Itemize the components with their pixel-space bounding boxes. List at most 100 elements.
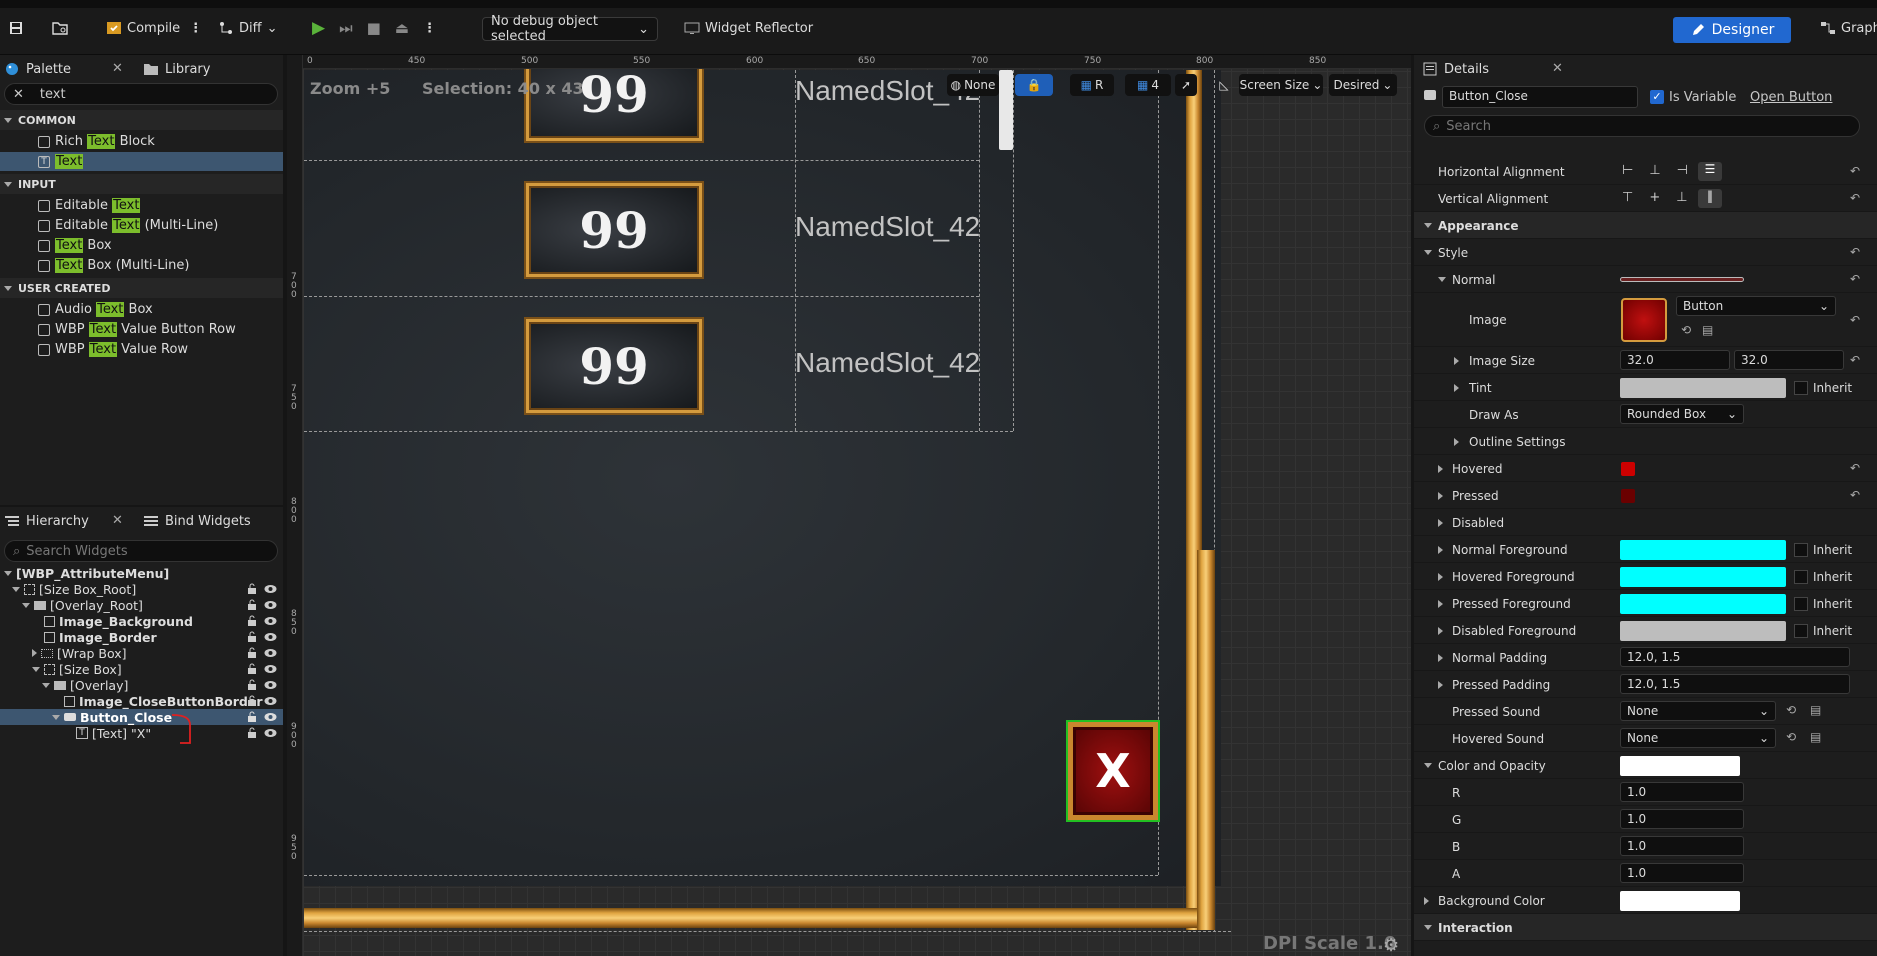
- eye-icon[interactable]: [264, 680, 277, 690]
- compile-options-icon[interactable]: ⋮: [189, 21, 202, 36]
- transform-mode-button[interactable]: ▦ R: [1070, 74, 1114, 96]
- lock-icon[interactable]: [247, 615, 257, 626]
- pressed-color-swatch[interactable]: [1621, 489, 1635, 503]
- background-color-swatch[interactable]: [1620, 891, 1740, 911]
- eye-icon[interactable]: [264, 696, 277, 706]
- palette-item-audio-text-box[interactable]: Audio Text Box: [38, 300, 153, 319]
- tab-details[interactable]: Details: [1422, 55, 1489, 83]
- reset-icon[interactable]: ↶: [1850, 461, 1863, 475]
- hierarchy-row[interactable]: [Size Box]: [0, 661, 283, 677]
- hierarchy-row[interactable]: [Overlay]: [0, 677, 283, 693]
- pressed-row[interactable]: Pressed ↶: [1414, 482, 1877, 509]
- tint-color-swatch[interactable]: [1620, 378, 1786, 398]
- grid-snap-button[interactable]: ▦ 4: [1125, 74, 1171, 96]
- tab-bind-widgets[interactable]: Bind Widgets: [143, 507, 251, 535]
- lock-icon[interactable]: [247, 583, 257, 594]
- cursor-mode-button[interactable]: ➚: [1175, 74, 1197, 96]
- reset-icon[interactable]: ↶: [1850, 313, 1863, 327]
- designer-mode-button[interactable]: Designer: [1673, 17, 1791, 43]
- image-asset-dropdown[interactable]: Button ⌄: [1676, 296, 1836, 316]
- browse-asset-icon[interactable]: ▤: [1810, 730, 1821, 744]
- palette-item-editable-text-multiline[interactable]: Editable Text (Multi-Line): [38, 216, 218, 235]
- eject-icon[interactable]: ⏏: [395, 19, 409, 37]
- lock-icon[interactable]: [247, 599, 257, 610]
- normal-padding-field[interactable]: 12.0, 1.5: [1620, 647, 1850, 667]
- image-size-x-field[interactable]: 32.0: [1620, 350, 1730, 370]
- a-field[interactable]: 1.0: [1620, 863, 1744, 883]
- stop-icon[interactable]: ■: [367, 19, 381, 37]
- diff-button[interactable]: Diff ⌄: [218, 15, 278, 41]
- compile-button[interactable]: Compile ⋮: [106, 15, 202, 41]
- debug-object-dropdown[interactable]: No debug object selected ⌄: [482, 14, 658, 44]
- hierarchy-row[interactable]: Image_Background: [0, 613, 283, 629]
- reset-icon[interactable]: ↶: [1850, 488, 1863, 502]
- inherit-checkbox[interactable]: [1794, 543, 1808, 557]
- inherit-checkbox[interactable]: [1794, 570, 1808, 584]
- step-icon[interactable]: ⏭: [339, 19, 353, 37]
- g-field[interactable]: 1.0: [1620, 809, 1744, 829]
- respect-locks-button[interactable]: 🔒: [1015, 74, 1053, 96]
- widget-reflector-button[interactable]: Widget Reflector: [684, 15, 813, 41]
- reset-icon[interactable]: ↶: [1850, 245, 1863, 259]
- reset-icon[interactable]: ↶: [1850, 164, 1863, 178]
- eye-icon[interactable]: [264, 584, 277, 594]
- open-button-link[interactable]: Open Button: [1750, 90, 1832, 105]
- category-common[interactable]: COMMON: [0, 110, 283, 130]
- hierarchy-row[interactable]: Image_Border: [0, 629, 283, 645]
- v-align-fill-button[interactable]: ‖: [1698, 189, 1722, 208]
- screen-size-dropdown[interactable]: Screen Size ⌄: [1239, 74, 1323, 96]
- browse-button[interactable]: [52, 15, 68, 41]
- is-variable-checkbox[interactable]: ✓: [1650, 90, 1664, 104]
- close-button[interactable]: X: [1066, 720, 1160, 822]
- r-field[interactable]: 1.0: [1620, 782, 1744, 802]
- lock-icon[interactable]: [247, 663, 257, 674]
- palette-item-editable-text[interactable]: Editable Text: [38, 196, 141, 215]
- h-align-buttons[interactable]: ⊢⊥⊣: [1622, 163, 1704, 178]
- interaction-section[interactable]: Interaction: [1414, 914, 1877, 941]
- background-color-row[interactable]: Background Color: [1414, 887, 1877, 914]
- localization-preview-button[interactable]: ◍ None: [947, 74, 999, 96]
- widget-name-field[interactable]: Button_Close: [1442, 86, 1638, 108]
- eye-icon[interactable]: [264, 616, 277, 626]
- reset-icon[interactable]: ↶: [1850, 191, 1863, 205]
- clear-search-icon[interactable]: ✕: [13, 87, 24, 102]
- close-icon[interactable]: ✕: [112, 513, 123, 528]
- eye-icon[interactable]: [264, 664, 277, 674]
- hierarchy-row[interactable]: [Wrap Box]: [0, 645, 283, 661]
- tab-palette[interactable]: Palette: [4, 55, 71, 83]
- use-selected-icon[interactable]: ⟲: [1786, 703, 1796, 717]
- scrollbar-thumb[interactable]: [999, 70, 1013, 150]
- lock-icon[interactable]: [247, 727, 257, 738]
- hovered-sound-dropdown[interactable]: None ⌄: [1620, 728, 1776, 748]
- hierarchy-row[interactable]: [Overlay_Root]: [0, 597, 283, 613]
- hovered-row[interactable]: Hovered ↶: [1414, 455, 1877, 482]
- reset-icon[interactable]: ↶: [1850, 353, 1863, 367]
- palette-item-text-box-multiline[interactable]: Text Box (Multi-Line): [38, 256, 189, 275]
- hierarchy-row[interactable]: [WBP_AttributeMenu]: [0, 565, 283, 581]
- use-selected-icon[interactable]: ⟲: [1681, 323, 1691, 337]
- hovered-color-swatch[interactable]: [1621, 462, 1635, 476]
- hierarchy-row[interactable]: Image_CloseButtonBorder: [0, 693, 283, 709]
- eye-icon[interactable]: [264, 600, 277, 610]
- hierarchy-row-selected[interactable]: Button_Close: [0, 709, 283, 725]
- outline-settings-row[interactable]: Outline Settings: [1414, 428, 1877, 455]
- image-size-y-field[interactable]: 32.0: [1734, 350, 1844, 370]
- play-icon[interactable]: ▶: [312, 18, 325, 38]
- color-opacity-swatch[interactable]: [1620, 756, 1740, 776]
- disabled-row[interactable]: Disabled: [1414, 509, 1877, 536]
- close-icon[interactable]: ✕: [112, 61, 123, 76]
- category-user-created[interactable]: USER CREATED: [0, 278, 283, 298]
- designer-canvas[interactable]: 99 NamedSlot_42 99 NamedSlot_42 99 Named…: [287, 55, 1411, 956]
- pressed-padding-field[interactable]: 12.0, 1.5: [1620, 674, 1850, 694]
- eye-icon[interactable]: [264, 728, 277, 738]
- palette-item-text-box[interactable]: Text Box: [38, 236, 112, 255]
- inherit-checkbox[interactable]: [1794, 624, 1808, 638]
- details-search-input[interactable]: ⌕ Search: [1424, 115, 1860, 137]
- browse-asset-icon[interactable]: ▤: [1702, 323, 1713, 337]
- normal-row[interactable]: Normal ↶: [1414, 266, 1877, 293]
- use-selected-icon[interactable]: ⟲: [1786, 730, 1796, 744]
- category-input[interactable]: INPUT: [0, 174, 283, 194]
- h-align-fill-button[interactable]: ☰: [1698, 162, 1722, 181]
- normal-foreground-swatch[interactable]: [1620, 540, 1786, 560]
- b-field[interactable]: 1.0: [1620, 836, 1744, 856]
